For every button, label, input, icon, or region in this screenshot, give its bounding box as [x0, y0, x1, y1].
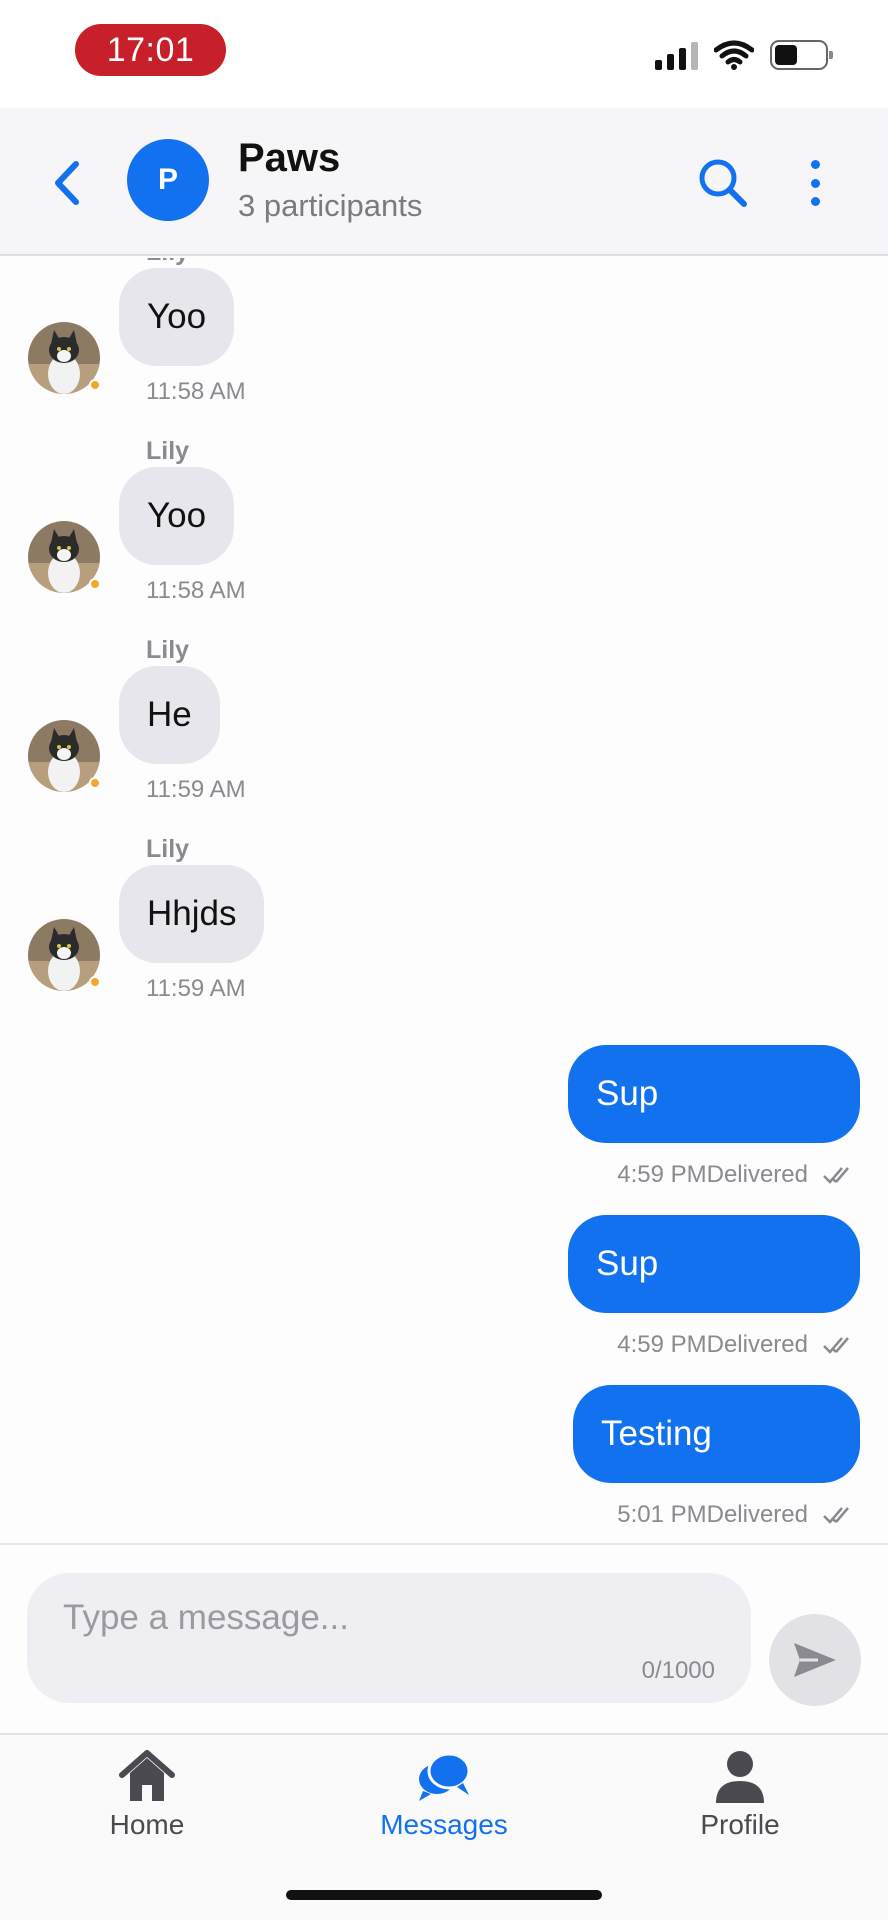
message-input[interactable]: [63, 1593, 663, 1643]
more-vertical-icon[interactable]: [800, 156, 830, 210]
incoming-message: Lily Yoo 11:58 AM: [0, 258, 888, 418]
battery-icon: [770, 40, 833, 70]
message-time: 11:59 AM: [146, 975, 246, 1002]
outgoing-message-meta: 4:59 PM Delivered: [617, 1161, 858, 1189]
search-icon[interactable]: [696, 156, 750, 210]
tab-profile-label: Profile: [700, 1809, 780, 1840]
sender-name: Lily: [146, 258, 189, 267]
send-button[interactable]: [769, 1614, 861, 1706]
home-indicator[interactable]: [286, 1890, 602, 1900]
status-icons: [655, 40, 833, 70]
message-time: 11:58 AM: [146, 378, 246, 405]
send-icon: [794, 1643, 836, 1677]
tab-home[interactable]: Home: [47, 1749, 247, 1859]
delivery-status: Delivered: [706, 1161, 808, 1188]
tab-home-label: Home: [109, 1809, 185, 1840]
message-bubble[interactable]: Hhjds: [119, 865, 265, 963]
outgoing-message-meta: 5:01 PM Delivered: [617, 1501, 858, 1529]
online-status-dot: [89, 578, 101, 590]
outgoing-message-bubble[interactable]: Testing: [573, 1385, 860, 1483]
online-status-dot: [89, 379, 101, 391]
back-chevron-icon[interactable]: [48, 158, 88, 208]
message-time: 11:58 AM: [146, 577, 246, 604]
message-time: 4:59 PM: [617, 1161, 707, 1188]
outgoing-message-meta: 4:59 PM Delivered: [617, 1331, 858, 1359]
online-status-dot: [89, 777, 101, 789]
chat-header: P Paws 3 participants: [0, 108, 888, 256]
sender-name: Lily: [146, 437, 190, 465]
incoming-message: Lily Hhjds 11:59 AM: [0, 815, 888, 1015]
online-status-dot: [89, 976, 101, 988]
delivery-status: Delivered: [706, 1501, 808, 1528]
tab-messages-label: Messages: [380, 1809, 508, 1840]
messages-icon: [419, 1752, 471, 1801]
tab-messages[interactable]: Messages: [344, 1749, 544, 1859]
wifi-icon: [714, 40, 754, 70]
tab-profile[interactable]: Profile: [640, 1749, 840, 1859]
cellular-signal-icon: [655, 40, 698, 70]
double-check-icon: [823, 1507, 849, 1524]
sender-name: Lily: [146, 636, 190, 664]
outgoing-message-bubble[interactable]: Sup: [568, 1215, 860, 1313]
message-time: 4:59 PM: [617, 1331, 707, 1358]
message-list[interactable]: Lily Yoo 11:58 AM Lily Yoo 11:58 AM Lily…: [0, 258, 888, 1543]
message-bubble[interactable]: He: [119, 666, 220, 764]
chat-title[interactable]: Paws: [238, 136, 340, 181]
message-time: 5:01 PM: [617, 1501, 707, 1528]
double-check-icon: [823, 1337, 849, 1354]
profile-icon: [716, 1751, 764, 1803]
double-check-icon: [823, 1167, 849, 1184]
sender-name: Lily: [146, 835, 190, 863]
participants-count: 3 participants: [238, 188, 423, 223]
outgoing-message-bubble[interactable]: Sup: [568, 1045, 860, 1143]
delivery-status: Delivered: [706, 1331, 808, 1358]
incoming-message: Lily He 11:59 AM: [0, 616, 888, 816]
incoming-message: Lily Yoo 11:58 AM: [0, 417, 888, 617]
status-time: 17:01: [75, 24, 226, 76]
status-bar: 17:01: [0, 0, 888, 108]
character-counter: 0/1000: [641, 1657, 715, 1684]
message-bubble[interactable]: Yoo: [119, 467, 235, 565]
message-input-wrapper[interactable]: 0/1000: [27, 1573, 751, 1703]
group-avatar[interactable]: P: [127, 139, 209, 221]
message-composer: 0/1000: [0, 1543, 888, 1733]
message-time: 11:59 AM: [146, 776, 246, 803]
home-icon: [119, 1750, 175, 1801]
message-bubble[interactable]: Yoo: [119, 268, 235, 366]
